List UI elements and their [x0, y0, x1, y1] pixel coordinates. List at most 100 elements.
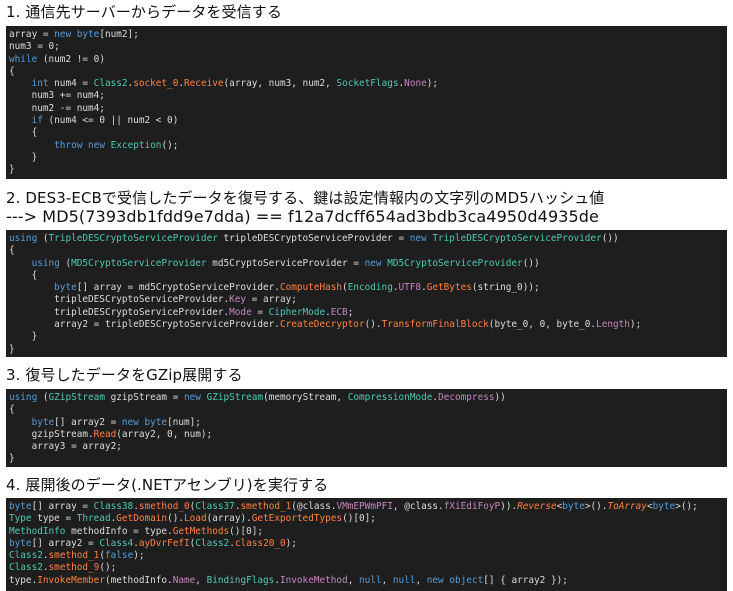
code-token: (array, num3, num2, — [223, 78, 337, 90]
code-token: CompressionMode — [347, 392, 433, 403]
code-token: (methodInfo. — [104, 574, 173, 586]
code-token: { — [31, 127, 38, 139]
code-token: [num]; — [167, 416, 201, 428]
code-token: new — [184, 392, 201, 403]
code-line: } — [9, 152, 727, 164]
heading-step3: 3. 復号したデータをGZip展開する — [6, 367, 243, 384]
code-line: } — [9, 453, 727, 465]
code-token: { — [31, 269, 38, 281]
code-line: tripleDESCryptoServiceProvider.Mode = Ci… — [9, 307, 727, 319]
code-token: byte — [652, 501, 676, 512]
code-block-gzip: using (GZipStream gzipStream = new GZipS… — [6, 389, 727, 467]
code-token: [] array = — [31, 501, 94, 512]
code-line: MethodInfo methodInfo = type.GetMethods(… — [9, 526, 727, 538]
code-token: ; — [347, 306, 354, 318]
code-token: Read — [93, 428, 117, 440]
code-token: { — [9, 404, 15, 416]
code-token: type. — [9, 574, 38, 586]
code-token: array3 = array2; — [31, 441, 122, 453]
code-block-receive: array = new byte[num2]; num3 = 0; while (n… — [6, 26, 727, 179]
code-token: { — [9, 245, 15, 257]
code-token: byte — [562, 501, 585, 512]
code-token: Reverse — [517, 501, 557, 512]
code-token: smethod_9 — [48, 562, 100, 574]
code-line: byte[] array2 = new byte[num]; — [9, 417, 727, 429]
code-token: GZipStream — [48, 392, 105, 403]
code-token: (@class. — [291, 501, 337, 512]
code-token: SocketFlags — [336, 78, 399, 90]
code-block-execute: byte[] array = Class38.smethod_0(Class37… — [6, 498, 727, 591]
code-token: Key — [229, 294, 247, 306]
code-token: >(). — [584, 501, 608, 512]
code-token: TripleDESCryptoServiceProvider — [48, 233, 218, 244]
heading-step1-text: 1. 通信先サーバーからデータを受信する — [6, 3, 282, 21]
code-line: type.InvokeMember(methodInfo.Name, Bindi… — [9, 575, 727, 587]
code-token: null — [359, 574, 382, 586]
code-token: (); — [99, 562, 117, 574]
code-token: throw — [54, 139, 83, 151]
code-line: array3 = array2; — [9, 441, 727, 453]
heading-step1: 1. 通信先サーバーからデータを受信する — [6, 4, 282, 21]
code-line: using (MD5CryptoServiceProvider md5Crypt… — [9, 258, 727, 270]
code-token: Class4 — [99, 537, 134, 549]
code-token: ); — [133, 550, 145, 562]
code-line: num3 += num4; — [9, 90, 727, 102]
code-line: num3 = 0; — [9, 41, 727, 53]
code-token: Class37 — [195, 501, 235, 512]
code-token: new — [426, 574, 444, 586]
code-token: num3 += num4; — [31, 90, 105, 102]
code-token: MethodInfo — [9, 525, 66, 537]
code-token: ayDvrFefI — [138, 537, 190, 549]
code-token: object — [449, 574, 484, 586]
code-token: InvokeMember — [37, 574, 105, 586]
code-line: byte[] array = Class38.smethod_0(Class37… — [9, 501, 727, 513]
code-token: new — [409, 233, 427, 244]
code-line: while (num2 != 0) — [9, 54, 727, 66]
code-token: gzipStream. — [31, 428, 94, 440]
code-token: , — [415, 574, 427, 586]
code-token: Load — [184, 513, 207, 525]
code-token: Class2 — [195, 537, 230, 549]
code-token: ECB — [330, 306, 348, 318]
code-token: VMmEPWmPFI — [336, 501, 393, 512]
code-token: } — [31, 331, 38, 343]
code-line: { — [9, 245, 727, 257]
code-token: )) — [494, 392, 506, 403]
code-token: GetDomain — [116, 513, 168, 525]
code-token: ( — [59, 257, 72, 269]
code-token: (byte_0, 0, byte_0. — [488, 319, 597, 331]
code-token: Decompress — [438, 392, 495, 403]
code-token: fXiEdiFoyP — [443, 501, 501, 512]
code-token: } — [9, 453, 15, 465]
code-line: { — [9, 127, 727, 139]
code-token: smethod_1 — [48, 550, 100, 562]
code-line: gzipStream.Read(array2, 0, num); — [9, 429, 727, 441]
code-line: using (GZipStream gzipStream = new GZipS… — [9, 392, 727, 404]
code-token: )). — [500, 501, 518, 512]
code-token: Exception — [110, 139, 162, 151]
code-token: MD5CryptoServiceProvider — [71, 257, 207, 269]
code-token: , — [347, 574, 359, 586]
code-line: num2 -= num4; — [9, 103, 727, 115]
heading-step3-text: 3. 復号したデータをGZip展開する — [6, 366, 243, 384]
code-token: >(); — [675, 501, 698, 512]
code-token: CreateDecryptor — [279, 319, 365, 331]
code-token: TransformFinalBlock — [381, 319, 489, 331]
code-token: md5CryptoServiceProvider = — [206, 257, 365, 269]
code-token: class20_0 — [234, 537, 286, 549]
code-token: InvokeMethod — [279, 574, 348, 586]
code-token: tripleDESCryptoServiceProvider = — [217, 233, 410, 244]
code-token: ); — [426, 78, 439, 90]
code-token: (). — [364, 319, 382, 331]
code-token: ComputeHash — [279, 282, 343, 294]
code-line: { — [9, 270, 727, 282]
code-line: Class2.smethod_1(false); — [9, 550, 727, 562]
code-token: array = — [9, 29, 55, 40]
code-token: tripleDESCryptoServiceProvider. — [54, 294, 230, 306]
heading-step2-text: 2. DES3-ECBで受信したデータを復号する、鍵は設定情報内の文字列のMD5… — [6, 189, 605, 207]
code-token: byte — [31, 416, 55, 428]
